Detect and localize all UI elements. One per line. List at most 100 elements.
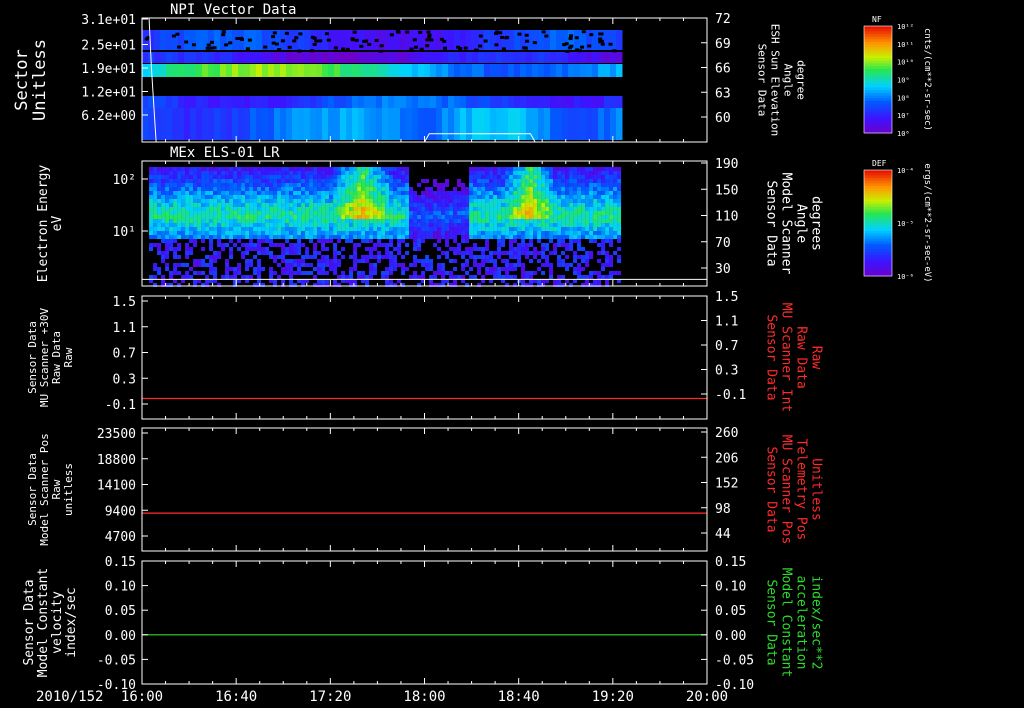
spectrogram-cell <box>529 251 534 255</box>
spectrogram-cell <box>429 211 434 215</box>
spectrogram-cell <box>201 219 206 223</box>
spectrogram-cell <box>313 219 318 223</box>
spectrogram-cell <box>533 183 538 187</box>
spectrogram-cell <box>513 187 518 191</box>
spectrogram-cell <box>328 96 335 108</box>
spectrogram-cell <box>232 96 239 108</box>
spectrogram-cell <box>197 259 202 263</box>
spectrogram-cell <box>448 64 455 77</box>
spectrogram-cell <box>249 171 254 175</box>
spectrogram-cell <box>525 207 530 211</box>
spectrogram-cell <box>437 219 442 223</box>
spectrogram-cell <box>421 271 426 275</box>
spectrogram-cell <box>509 207 514 211</box>
spectrogram-cell <box>365 175 370 179</box>
spectrogram-cell <box>505 175 510 179</box>
spectrogram-cell <box>453 227 458 231</box>
spectrogram-cell <box>385 175 390 179</box>
spectrogram-cell <box>481 263 486 267</box>
spectrogram-cell <box>421 195 426 199</box>
spectrogram-cell <box>292 52 299 63</box>
spectrogram-cell <box>437 199 442 203</box>
spectrogram-cell <box>189 187 194 191</box>
spectrogram-cell <box>301 167 306 171</box>
spectrogram-cell <box>453 275 458 279</box>
spectrogram-cell <box>317 171 322 175</box>
spectrogram-cell <box>465 231 470 235</box>
spectrogram-cell <box>544 64 551 77</box>
spectrogram-cell <box>465 207 470 211</box>
spectrogram-cell <box>329 175 334 179</box>
spectrogram-cell <box>370 52 377 63</box>
spectrogram-cell <box>417 195 422 199</box>
spectrogram-cell <box>388 108 395 140</box>
spectrogram-cell <box>297 187 302 191</box>
spectrogram-cell <box>477 247 482 251</box>
spectrogram-cell <box>333 183 338 187</box>
spectrogram-cell <box>289 203 294 207</box>
spectrogram-cell <box>593 231 598 235</box>
spectrogram-cell <box>538 64 545 77</box>
spectrogram-cell <box>209 171 214 175</box>
spectrogram-cell <box>513 179 518 183</box>
spectrogram-cell <box>313 199 318 203</box>
spectrogram-cell <box>345 239 350 243</box>
spectrogram-cell <box>592 96 599 108</box>
spectrogram-cell <box>445 223 450 227</box>
spectrogram-cell <box>265 175 270 179</box>
spectrogram-cell <box>273 243 278 247</box>
spectrogram-cell <box>304 30 311 50</box>
spectrogram-cell <box>529 275 534 279</box>
spectrogram-cell <box>509 199 514 203</box>
spectrogram-cell <box>473 195 478 199</box>
spectrogram-cell <box>197 215 202 219</box>
spectrogram-cell <box>209 271 214 275</box>
spectrogram-cell <box>341 211 346 215</box>
spectrogram-cell <box>493 171 498 175</box>
spectrogram-cell <box>485 175 490 179</box>
spectrogram-cell <box>149 203 154 207</box>
spectrogram-cell <box>233 183 238 187</box>
right-tick-label: 190 <box>715 157 738 172</box>
spectrogram-cell <box>597 179 602 183</box>
spectrogram-cell <box>273 223 278 227</box>
spectrogram-cell <box>225 175 230 179</box>
spectrogram-cell <box>265 227 270 231</box>
spectrogram-cell <box>561 195 566 199</box>
spectrogram-cell <box>580 96 587 108</box>
spectrogram-cell <box>249 195 254 199</box>
spectrogram-cell <box>173 271 178 275</box>
spectrogram-cell <box>437 271 442 275</box>
spectrogram-cell <box>265 211 270 215</box>
spectrogram-cell <box>453 211 458 215</box>
spectrogram-cell <box>253 187 258 191</box>
spectrogram-cell <box>513 267 518 271</box>
spectrogram-cell <box>577 211 582 215</box>
spectrogram-cell <box>178 52 185 63</box>
spectrogram-cell <box>401 199 406 203</box>
spectrogram-cell <box>573 215 578 219</box>
spectrogram-cell <box>581 211 586 215</box>
spectrogram-cell <box>393 227 398 231</box>
spectrogram-cell <box>601 219 606 223</box>
spectrogram-cell <box>473 275 478 279</box>
spectrogram-cell <box>501 243 506 247</box>
spectrogram-cell <box>221 187 226 191</box>
spectrogram-cell <box>477 215 482 219</box>
spectrogram-cell <box>441 251 446 255</box>
spectrogram-cell <box>377 207 382 211</box>
spectrogram-cell <box>357 167 362 171</box>
right-axis-label: Angle <box>794 204 809 243</box>
spectrogram-cell <box>573 171 578 175</box>
spectrogram-cell <box>281 227 286 231</box>
right-axis-label: MU Scanner Pos <box>779 435 794 545</box>
right-axis-label: index/sec**2 <box>809 576 824 670</box>
spectrogram-cell <box>461 203 466 207</box>
spectrogram-cell <box>229 275 234 279</box>
spectrogram-cell <box>604 108 611 140</box>
spectrogram-cell <box>529 235 534 239</box>
spectrogram-cell <box>589 235 594 239</box>
spectrogram-cell <box>165 207 170 211</box>
spectrogram-cell <box>154 96 161 108</box>
spectrogram-cell <box>181 211 186 215</box>
